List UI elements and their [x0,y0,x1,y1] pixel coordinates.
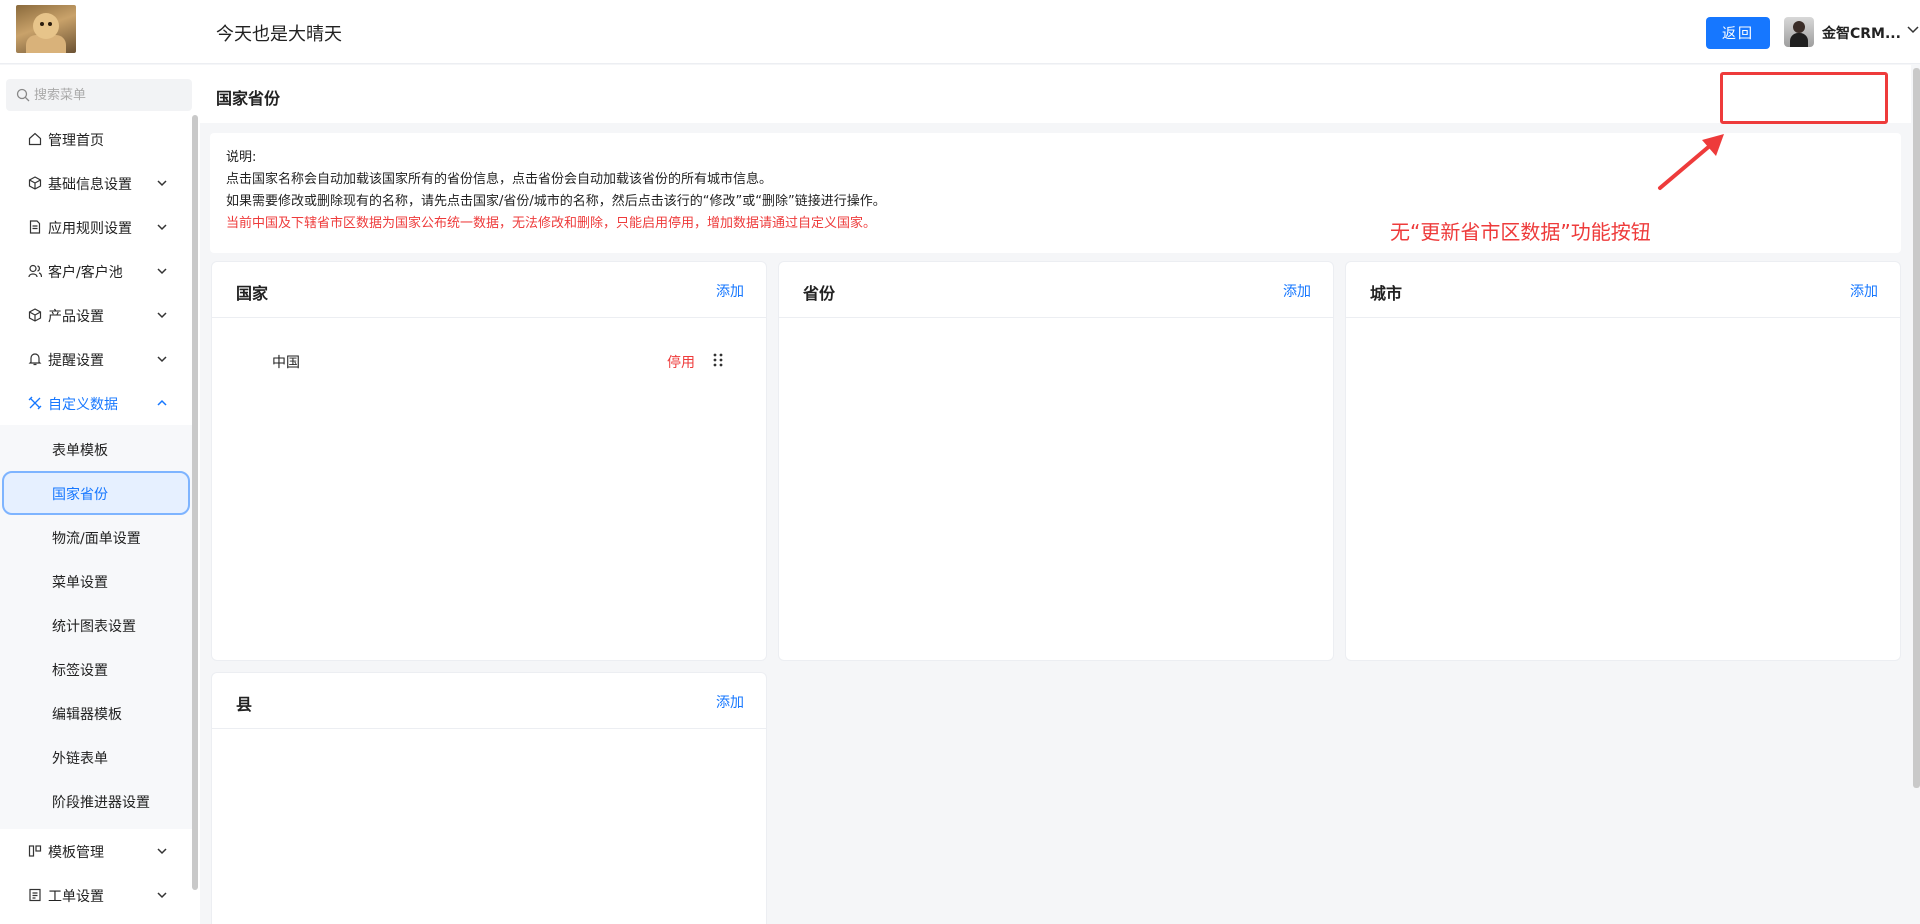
sidebar-item-label: 模板管理 [48,845,104,861]
users-icon [28,264,42,278]
sub-item-label: 统计图表设置 [52,619,136,635]
sidebar-item-app-rules[interactable]: 应用规则设置 [0,205,192,249]
ticket-icon [29,888,41,902]
add-province-button[interactable]: 添加 [1283,281,1311,301]
page-title: 国家省份 [216,89,281,108]
panel-title: 省份 [803,284,836,303]
sub-item-external-form[interactable]: 外链表单 [0,735,192,779]
annotation-highlight-box [1720,72,1888,124]
search-input[interactable] [34,79,184,111]
chevron-down-icon [157,312,167,319]
search-icon [16,88,30,102]
chevron-down-icon [157,848,167,855]
avatar[interactable] [1784,17,1814,47]
panel-title: 国家 [236,284,269,303]
sub-item-chart-settings[interactable]: 统计图表设置 [0,603,192,647]
sub-item-country-province[interactable]: 国家省份 [2,471,190,515]
main-scrollbar[interactable] [1913,68,1920,788]
box-icon [28,308,42,322]
province-panel: 省份 添加 [778,261,1334,661]
back-button[interactable]: 返回 [1706,17,1770,49]
sidebar-item-label: 管理首页 [48,133,104,149]
chevron-up-icon [157,399,167,406]
panel-header: 国家 添加 [212,262,766,318]
notice-warning: 当前中国及下辖省市区数据为国家公布统一数据，无法修改和删除，只能启用停用，增加数… [226,216,877,231]
sidebar-item-basic-info[interactable]: 基础信息设置 [0,161,192,205]
sub-item-logistics[interactable]: 物流/面单设置 [0,515,192,559]
add-city-button[interactable]: 添加 [1850,281,1878,301]
sidebar-item-reminders[interactable]: 提醒设置 [0,337,192,381]
chevron-down-icon[interactable] [1906,22,1920,36]
county-panel: 县 添加 [211,672,767,924]
panel-header: 省份 添加 [779,262,1333,318]
sidebar-item-label: 产品设置 [48,309,104,325]
notice-line: 如果需要修改或删除现有的名称，请先点击国家/省份/城市的名称，然后点击该行的“修… [226,194,886,209]
document-icon [29,220,41,234]
tools-icon [28,396,42,410]
sub-item-menu-settings[interactable]: 菜单设置 [0,559,192,603]
home-icon [28,132,42,146]
sidebar-item-label: 客户/客户池 [48,265,123,281]
sub-item-form-template[interactable]: 表单模板 [0,427,192,471]
sub-item-label: 编辑器模板 [52,707,122,723]
annotation-text: 无“更新省市区数据”功能按钮 [1390,220,1651,244]
page-header: 国家省份 [200,65,1911,123]
sub-item-label: 国家省份 [52,487,108,503]
notice-line: 点击国家名称会自动加载该国家所有的省份信息，点击省份会自动加载该省份的所有城市信… [226,172,773,187]
user-name[interactable]: 金智CRM... [1822,23,1901,43]
panel-title: 县 [236,695,253,714]
sub-item-label: 标签设置 [52,663,108,679]
sub-item-label: 菜单设置 [52,575,108,591]
chevron-down-icon [157,180,167,187]
country-panel: 国家 添加 中国 停用 [211,261,767,661]
city-panel: 城市 添加 [1345,261,1901,661]
sub-item-stage-settings[interactable]: 阶段推进器设置 [0,779,192,823]
sub-item-label: 阶段推进器设置 [52,795,150,811]
panel-header: 县 添加 [212,673,766,729]
sidebar-item-label: 基础信息设置 [48,177,132,193]
sidebar-item-label: 应用规则设置 [48,221,132,237]
chevron-down-icon [157,356,167,363]
sub-item-label: 表单模板 [52,443,108,459]
panel-header: 城市 添加 [1346,262,1900,318]
sub-item-label: 物流/面单设置 [52,531,141,547]
sidebar: 管理首页 基础信息设置 应用规则设置 客户/客户池 产品设置 提醒设置 自定义数… [0,65,200,924]
template-icon [28,845,42,857]
sidebar-item-home[interactable]: 管理首页 [0,117,192,161]
sidebar-item-label: 工单设置 [48,889,104,905]
sidebar-item-templates[interactable]: 模板管理 [0,829,192,873]
add-country-button[interactable]: 添加 [716,281,744,301]
notice-line: 说明: [226,150,257,165]
header-title: 今天也是大晴天 [216,24,342,45]
drag-handle-icon[interactable] [712,352,724,368]
disable-button[interactable]: 停用 [667,352,695,372]
annotation-arrow-icon [1658,134,1724,190]
bell-icon [28,353,42,366]
top-header: 今天也是大晴天 返回 金智CRM... [0,0,1920,64]
cube-icon [28,176,42,190]
chevron-down-icon [157,224,167,231]
sidebar-item-customers[interactable]: 客户/客户池 [0,249,192,293]
country-name[interactable]: 中国 [272,352,300,372]
sidebar-item-label: 自定义数据 [48,397,118,413]
sidebar-scrollbar[interactable] [192,115,198,890]
sub-item-tag-settings[interactable]: 标签设置 [0,647,192,691]
chevron-down-icon [157,892,167,899]
sidebar-item-products[interactable]: 产品设置 [0,293,192,337]
sub-item-label: 外链表单 [52,751,108,767]
sidebar-item-tickets[interactable]: 工单设置 [0,873,192,917]
sidebar-item-label: 提醒设置 [48,353,104,369]
search-box[interactable] [6,79,192,111]
sub-item-editor-template[interactable]: 编辑器模板 [0,691,192,735]
sidebar-item-custom-data[interactable]: 自定义数据 [0,381,192,425]
add-county-button[interactable]: 添加 [716,692,744,712]
panel-title: 城市 [1370,284,1403,303]
main-content: 国家省份 说明: 点击国家名称会自动加载该国家所有的省份信息，点击省份会自动加载… [200,65,1911,924]
chevron-down-icon [157,268,167,275]
logo[interactable] [16,5,76,53]
